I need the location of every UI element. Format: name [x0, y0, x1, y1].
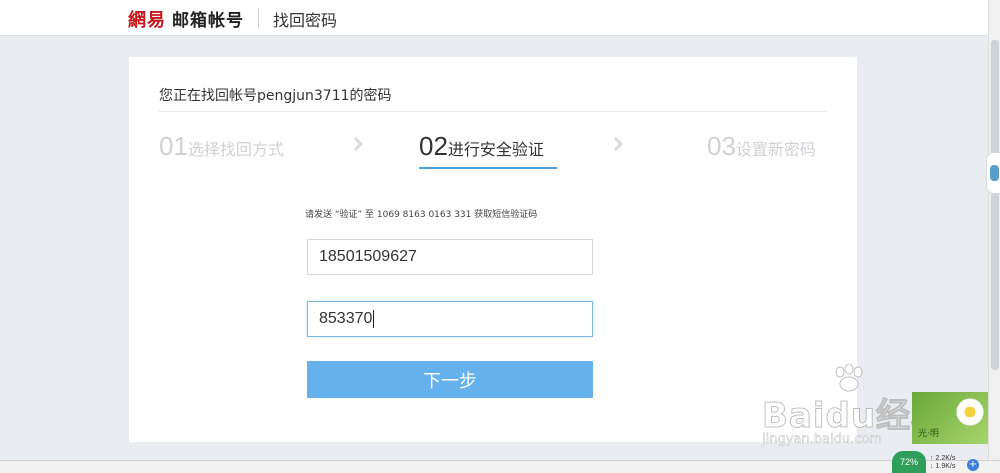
step-number: 03 [707, 131, 736, 161]
top-header: 網易 邮箱帐号 找回密码 [0, 0, 988, 36]
step-label: 设置新密码 [735, 140, 816, 159]
vertical-scrollbar[interactable] [988, 0, 1000, 460]
netease-logo[interactable]: 網易 邮箱帐号 [128, 6, 244, 31]
scrollbar-thumb[interactable] [991, 40, 999, 370]
flower-widget-text: 光·明 [918, 429, 939, 439]
page-title: 找回密码 [273, 11, 338, 30]
verification-code-input[interactable]: 853370 [307, 301, 593, 337]
phone-value: 18501509627 [319, 248, 417, 265]
step-security-verification: 02 进行安全验证 [419, 131, 544, 162]
feedback-icon [990, 165, 999, 181]
daisy-icon [956, 398, 984, 426]
network-speed-readout: ↑ 2.2K/s ↓ 1.9K/s [930, 455, 955, 471]
chevron-right-icon [348, 136, 364, 152]
next-step-button[interactable]: 下一步 [307, 361, 593, 398]
step-label: 进行安全验证 [447, 140, 544, 159]
phone-input[interactable]: 18501509627 [307, 239, 593, 275]
flower-widget[interactable]: 光·明 [912, 392, 988, 444]
active-step-underline [419, 167, 557, 169]
download-arrow-icon: ↓ [930, 463, 934, 470]
step-choose-method: 01 选择找回方式 [159, 131, 284, 162]
header-divider [258, 8, 259, 28]
download-speed: 1.9K/s [935, 463, 956, 470]
step-label: 选择找回方式 [187, 140, 284, 159]
side-feedback-tab[interactable] [986, 152, 1000, 194]
upload-arrow-icon: ↑ [930, 455, 934, 462]
browser-status-bar [0, 460, 1000, 473]
step-set-new-password: 03 设置新密码 [707, 131, 816, 162]
step-number: 02 [419, 131, 448, 161]
step-number: 01 [159, 131, 188, 161]
code-value: 853370 [319, 310, 373, 327]
text-caret [373, 310, 375, 328]
chevron-right-icon [608, 136, 624, 152]
sms-hint: 请发送 “验证” 至 1069 8163 0163 331 获取短信验证码 [305, 210, 538, 220]
recovery-card: 您正在找回帐号pengjun3711的密码 01 选择找回方式 02 进行安全验… [129, 57, 857, 442]
logo-text: 邮箱帐号 [172, 11, 244, 31]
logo-mark: 網易 [128, 10, 166, 31]
heading-divider [159, 111, 827, 112]
recovery-heading: 您正在找回帐号pengjun3711的密码 [159, 88, 392, 104]
upload-speed: 2.2K/s [935, 455, 956, 462]
plus-icon[interactable]: + [967, 459, 979, 471]
network-speed-ball[interactable]: 72% [892, 451, 926, 473]
